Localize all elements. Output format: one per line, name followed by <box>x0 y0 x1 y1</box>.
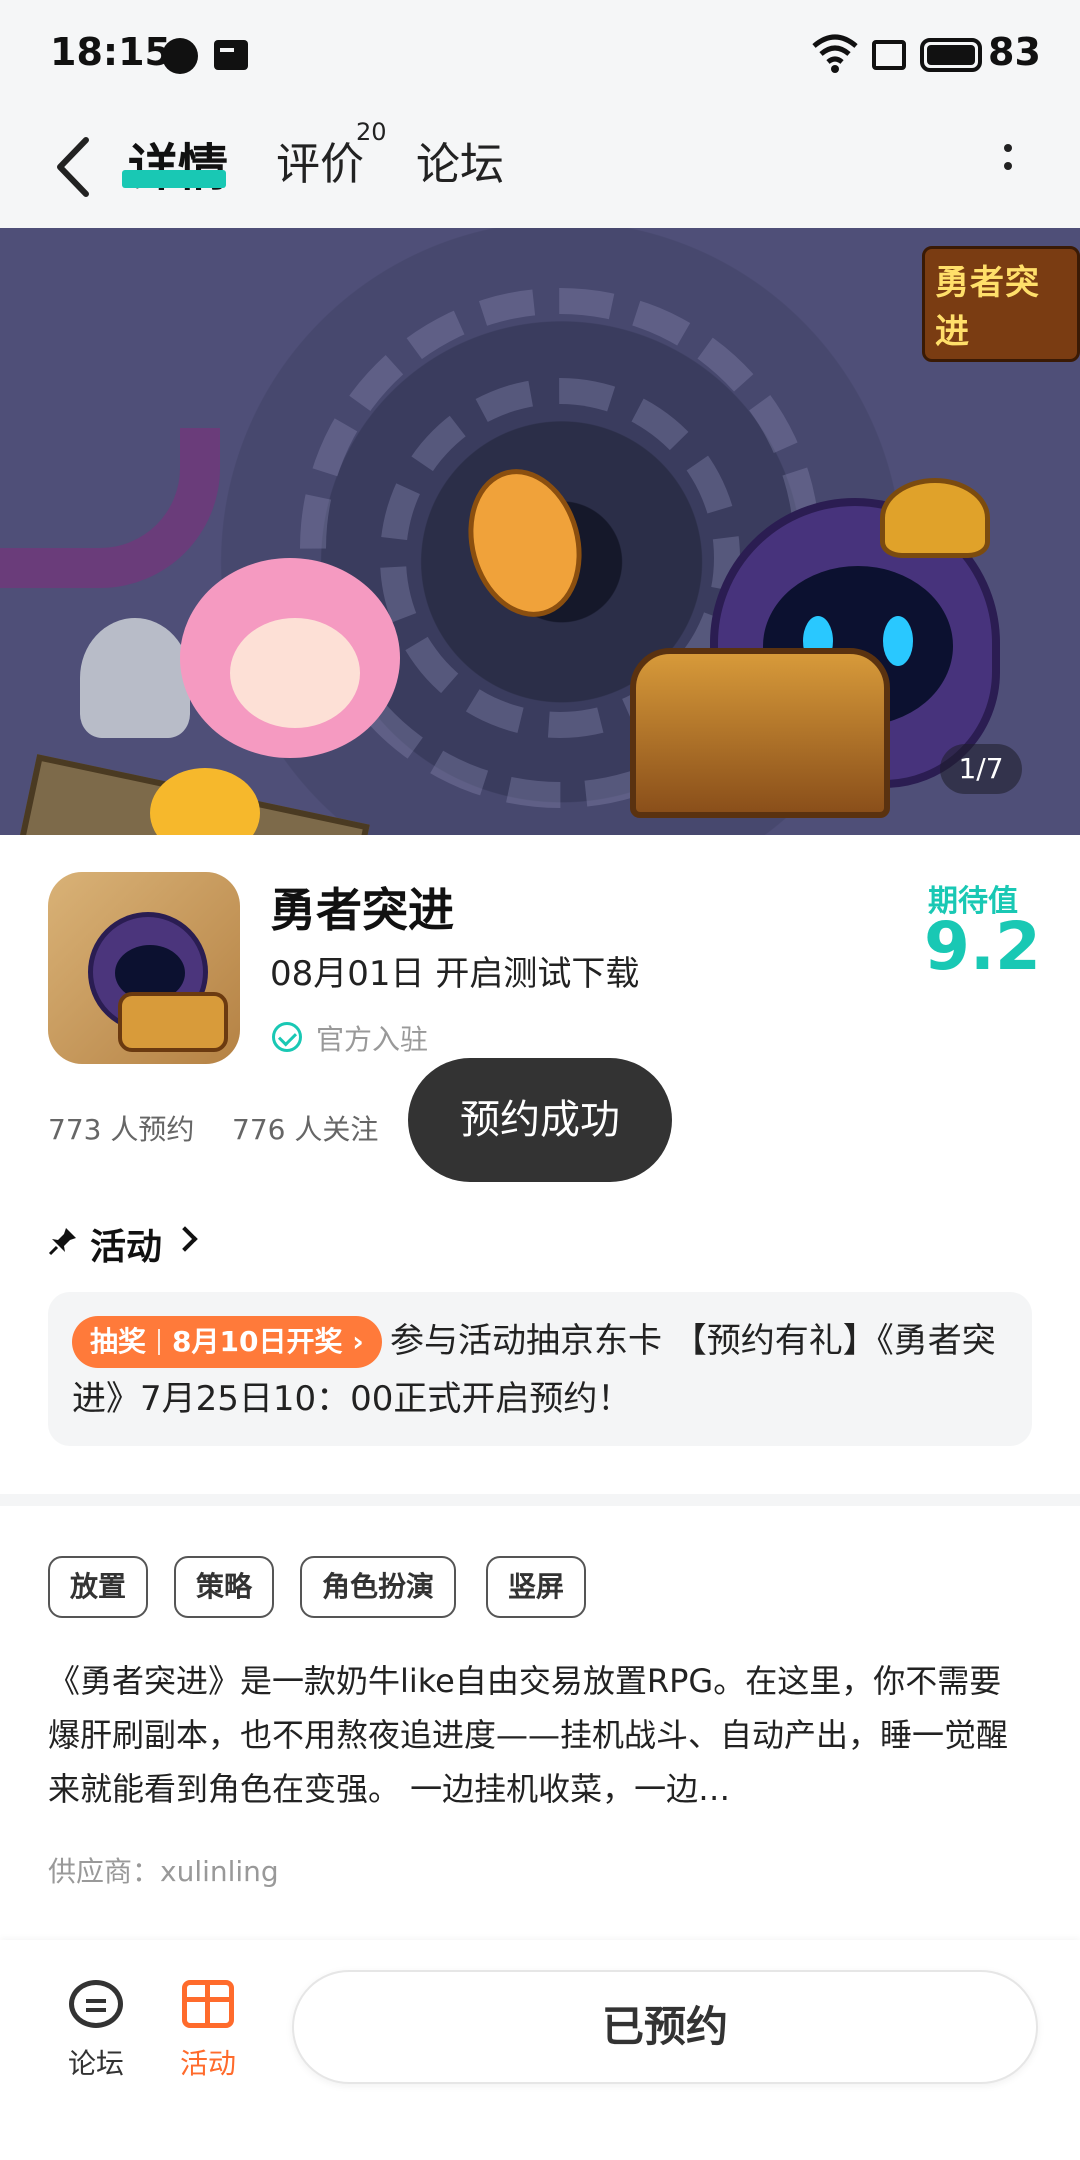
status-bar: 18:15 83 <box>0 0 1080 108</box>
chat-bubble-icon <box>69 1980 123 2028</box>
tab-review[interactable]: 评价 <box>276 128 364 192</box>
wifi-icon <box>812 34 858 73</box>
tag-strategy[interactable]: 策略 <box>174 1556 275 1618</box>
pin-icon <box>48 1228 76 1256</box>
reserved-button[interactable]: 已预约 <box>292 1970 1038 2084</box>
activity-title: 活动 <box>90 1227 163 1268</box>
reservation-success-toast: 预约成功 <box>408 1058 672 1182</box>
bottom-activity-label: 活动 <box>179 2047 236 2080</box>
official-label: 官方入驻 <box>316 1023 429 1056</box>
top-nav: 详情 评价 20 论坛 <box>0 108 1080 228</box>
game-description[interactable]: 《勇者突进》是一款奶牛like自由交易放置RPG。在这里，你不需要爆肝刷副本，也… <box>48 1654 1032 1816</box>
message-icon <box>214 40 248 70</box>
follower-count: 776 人关注 <box>232 1113 379 1146</box>
tab-detail[interactable]: 详情 <box>128 128 228 200</box>
supplier-info: 供应商：xulinling <box>48 1855 279 1888</box>
sim-icon <box>872 40 906 70</box>
bottom-forum-button[interactable]: 论坛 <box>56 1980 136 2082</box>
lottery-badge-date: 8月10日开奖 <box>172 1325 343 1358</box>
tag-portrait[interactable]: 竖屏 <box>486 1556 587 1618</box>
piggy-bank-art <box>150 768 260 835</box>
game-app-icon <box>48 872 240 1064</box>
tag-idle[interactable]: 放置 <box>48 1556 149 1618</box>
review-count-badge: 20 <box>356 118 387 146</box>
tentacle-art <box>0 428 220 588</box>
battery-level: 83 <box>988 30 1041 74</box>
test-date-info: 08月01日 开启测试下载 <box>270 954 640 994</box>
reservation-count: 773 人预约 <box>48 1113 195 1146</box>
notification-dot-icon <box>162 38 198 74</box>
battery-icon <box>920 38 982 72</box>
treasure-chest-art <box>630 648 890 818</box>
section-divider <box>0 1494 1080 1506</box>
lottery-badge[interactable]: 抽奖 8月10日开奖 › <box>72 1316 382 1368</box>
tag-rpg[interactable]: 角色扮演 <box>300 1556 457 1618</box>
status-time: 18:15 <box>50 30 171 74</box>
bunny-girl-art <box>180 558 400 758</box>
gift-icon <box>182 1980 234 2028</box>
bottom-bar: 论坛 活动 已预约 <box>0 1940 1080 2160</box>
bottom-activity-button[interactable]: 活动 <box>168 1978 248 2082</box>
game-title: 勇者突进 <box>270 883 454 937</box>
chevron-right-icon <box>172 1226 198 1252</box>
active-tab-indicator <box>122 170 226 188</box>
expectation-score: 9.2 <box>924 908 1041 985</box>
lottery-badge-type: 抽奖 <box>90 1325 147 1358</box>
tab-forum[interactable]: 论坛 <box>416 128 504 192</box>
banner-page-counter: 1/7 <box>940 744 1022 794</box>
more-options-icon[interactable] <box>996 138 1020 198</box>
bottom-forum-label: 论坛 <box>67 2047 124 2080</box>
hero-banner[interactable] <box>0 228 1080 835</box>
game-logo: 勇者突进 <box>922 246 1080 362</box>
activity-card[interactable]: 参与活动抽京东卡 【预约有礼】《勇者突进》7月25日10：00正式开启预约！ 抽… <box>48 1292 1032 1446</box>
ghost-art <box>80 618 190 738</box>
back-arrow-icon[interactable] <box>48 132 108 202</box>
mage-hat-art <box>880 478 990 558</box>
